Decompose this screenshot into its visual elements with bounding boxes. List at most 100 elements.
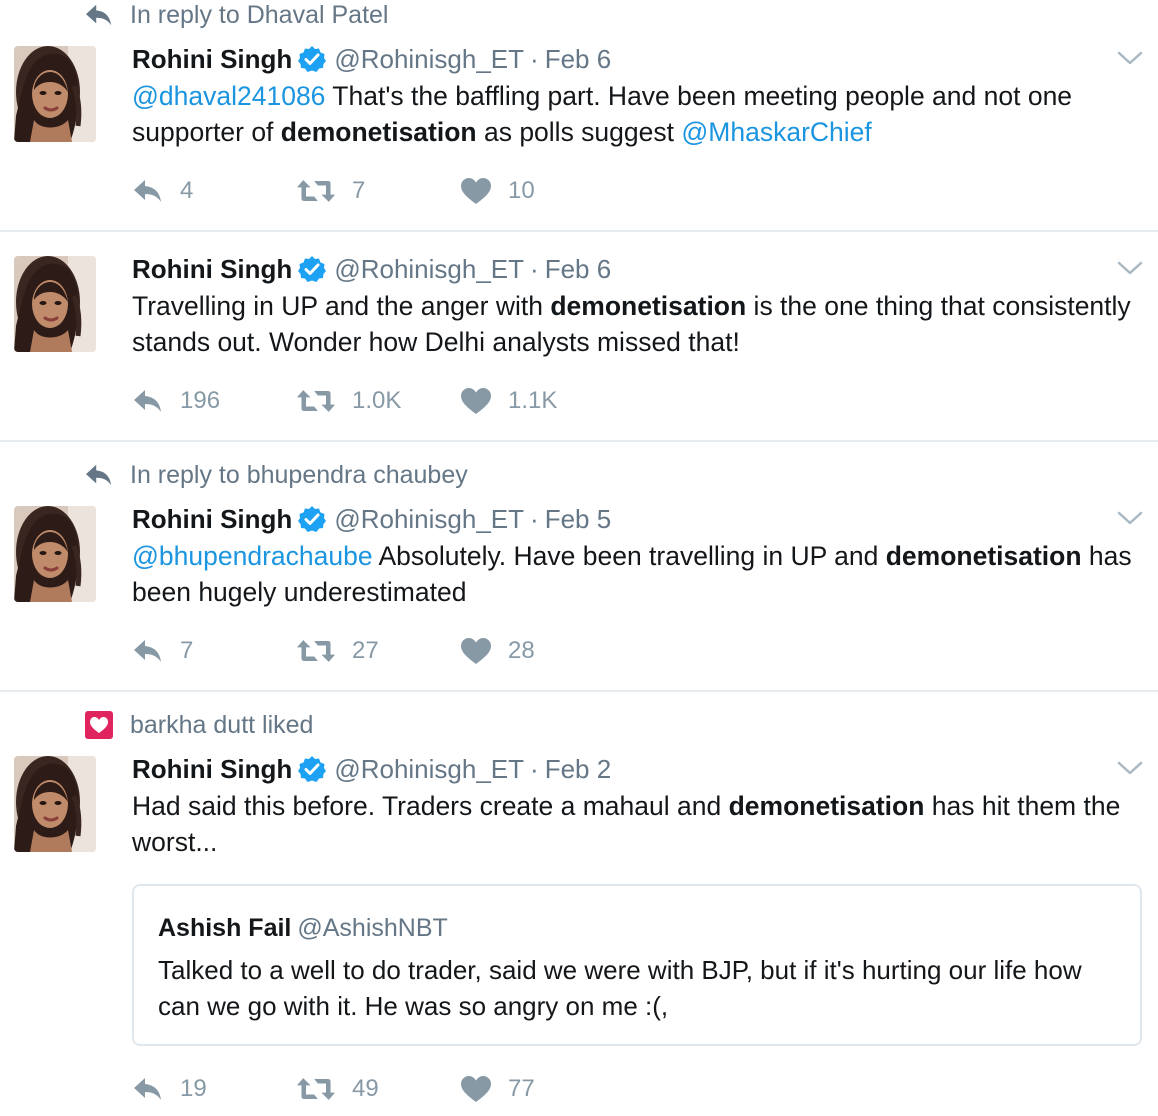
avatar[interactable]	[14, 756, 96, 852]
avatar[interactable]	[14, 256, 96, 352]
tweet-text-part: Had said this before. Traders create a m…	[132, 791, 729, 821]
reply-icon	[132, 177, 164, 205]
tweet-header: Rohini Singh @Rohinisgh_ET · Feb 5	[132, 502, 611, 536]
reply-button[interactable]: 196	[132, 384, 296, 418]
reply-count: 4	[180, 177, 194, 204]
tweet-actions: 4 7 10	[132, 174, 535, 208]
reply-icon	[132, 1075, 164, 1103]
reply-button[interactable]: 19	[132, 1072, 296, 1106]
tweet-header: Rohini Singh @Rohinisgh_ET · Feb 2	[132, 752, 611, 786]
heart-icon	[460, 387, 492, 415]
reply-arrow-icon	[84, 460, 114, 490]
like-button[interactable]: 28	[460, 634, 535, 668]
mention-link[interactable]: @MhaskarChief	[681, 117, 871, 147]
separator: ·	[530, 43, 539, 74]
retweet-button[interactable]: 7	[296, 174, 460, 208]
retweet-icon	[296, 1076, 336, 1102]
quoted-author-handle: @AshishNBT	[297, 914, 448, 942]
retweet-button[interactable]: 1.0K	[296, 384, 460, 418]
tweet-header: Rohini Singh @Rohinisgh_ET · Feb 6	[132, 42, 611, 76]
reply-count: 7	[180, 637, 194, 664]
retweet-icon	[296, 638, 336, 664]
tweet-text: Travelling in UP and the anger with demo…	[132, 288, 1142, 360]
retweet-count: 49	[352, 1075, 379, 1102]
avatar[interactable]	[14, 506, 96, 602]
avatar[interactable]	[14, 46, 96, 142]
tweet-header: Rohini Singh @Rohinisgh_ET · Feb 6	[132, 252, 611, 286]
tweet-text-part: Absolutely. Have been travelling in UP a…	[372, 541, 886, 571]
tweet[interactable]: In reply to bhupendra chaubey Rohini Sin…	[0, 442, 1158, 692]
tweet[interactable]: In reply to Dhaval Patel Rohini Singh @R…	[0, 0, 1158, 232]
like-button[interactable]: 77	[460, 1072, 535, 1106]
tweet-actions: 19 49 77	[132, 1072, 535, 1106]
tweet-date[interactable]: Feb 6	[545, 44, 612, 75]
reply-arrow-icon	[84, 0, 114, 30]
tweet-actions: 7 27 28	[132, 634, 535, 668]
tweet[interactable]: barkha dutt liked Rohini Singh @Rohinisg…	[0, 692, 1158, 1116]
tweet-text: @dhaval241086 That's the baffling part. …	[132, 78, 1142, 150]
retweet-icon	[296, 178, 336, 204]
retweet-button[interactable]: 27	[296, 634, 460, 668]
quoted-tweet[interactable]: Ashish Fail @AshishNBT Talked to a well t…	[132, 884, 1142, 1046]
reply-count: 196	[180, 387, 221, 414]
mention-link[interactable]: @dhaval241086	[132, 81, 325, 111]
author-name[interactable]: Rohini Singh	[132, 44, 292, 75]
retweet-count: 7	[352, 177, 366, 204]
separator: ·	[530, 503, 539, 534]
heart-icon	[460, 177, 492, 205]
tweet-text-part: Travelling in UP and the anger with	[132, 291, 551, 321]
author-handle[interactable]: @Rohinisgh_ET	[334, 754, 524, 785]
like-count: 28	[508, 637, 535, 664]
highlighted-keyword: demonetisation	[728, 791, 925, 821]
highlighted-keyword: demonetisation	[885, 541, 1082, 571]
mention-link[interactable]: @bhupendrachaube	[132, 541, 373, 571]
tweet[interactable]: Rohini Singh @Rohinisgh_ET · Feb 6 Trave…	[0, 232, 1158, 442]
tweet-text-part: as polls suggest	[476, 117, 682, 147]
chevron-down-icon[interactable]	[1116, 508, 1144, 528]
verified-badge-icon	[298, 255, 326, 283]
reply-button[interactable]: 4	[132, 174, 296, 208]
retweet-button[interactable]: 49	[296, 1072, 460, 1106]
highlighted-keyword: demonetisation	[550, 291, 747, 321]
reply-context-label: In reply to bhupendra chaubey	[130, 460, 468, 489]
author-name[interactable]: Rohini Singh	[132, 504, 292, 535]
like-context-label: barkha dutt liked	[130, 710, 314, 739]
separator: ·	[530, 753, 539, 784]
reply-context[interactable]: In reply to Dhaval Patel	[84, 0, 388, 30]
heart-icon	[460, 1075, 492, 1103]
verified-badge-icon	[298, 755, 326, 783]
author-name[interactable]: Rohini Singh	[132, 254, 292, 285]
like-count: 77	[508, 1075, 535, 1102]
tweet-date[interactable]: Feb 2	[545, 754, 612, 785]
author-handle[interactable]: @Rohinisgh_ET	[334, 254, 524, 285]
chevron-down-icon[interactable]	[1116, 758, 1144, 778]
quoted-tweet-text: Talked to a well to do trader, said we w…	[158, 955, 1082, 1021]
verified-badge-icon	[298, 505, 326, 533]
like-context[interactable]: barkha dutt liked	[84, 710, 313, 740]
liked-heart-icon	[84, 710, 114, 740]
like-button[interactable]: 10	[460, 174, 535, 208]
author-handle[interactable]: @Rohinisgh_ET	[334, 504, 524, 535]
reply-icon	[132, 637, 164, 665]
chevron-down-icon[interactable]	[1116, 48, 1144, 68]
chevron-down-icon[interactable]	[1116, 258, 1144, 278]
reply-icon	[132, 387, 164, 415]
like-count: 10	[508, 177, 535, 204]
tweet-text: Had said this before. Traders create a m…	[132, 788, 1142, 860]
timeline: In reply to Dhaval Patel Rohini Singh @R…	[0, 0, 1158, 1116]
tweet-date[interactable]: Feb 5	[545, 504, 612, 535]
retweet-icon	[296, 388, 336, 414]
author-name[interactable]: Rohini Singh	[132, 754, 292, 785]
reply-button[interactable]: 7	[132, 634, 296, 668]
reply-context[interactable]: In reply to bhupendra chaubey	[84, 460, 468, 490]
separator: ·	[530, 253, 539, 284]
author-handle[interactable]: @Rohinisgh_ET	[334, 44, 524, 75]
highlighted-keyword: demonetisation	[280, 117, 477, 147]
like-count: 1.1K	[508, 387, 558, 414]
like-button[interactable]: 1.1K	[460, 384, 557, 418]
tweet-actions: 196 1.0K 1.1K	[132, 384, 557, 418]
tweet-date[interactable]: Feb 6	[545, 254, 612, 285]
quoted-author-name: Ashish Fail	[158, 914, 292, 942]
verified-badge-icon	[298, 45, 326, 73]
heart-icon	[460, 637, 492, 665]
